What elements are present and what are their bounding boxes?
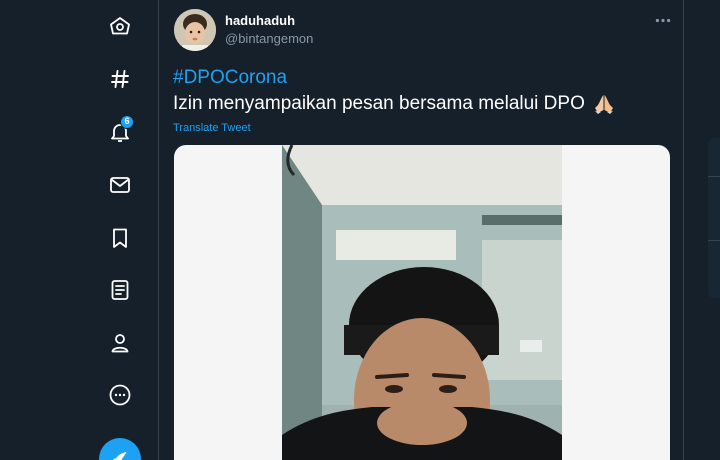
compose-tweet-icon: [113, 452, 127, 460]
tweet-more-button[interactable]: [653, 12, 673, 28]
nav-notifications[interactable]: 6: [100, 112, 140, 152]
trends-panel: [708, 138, 720, 298]
tweet-detail: haduhaduh @bintangemon #DPOCorona Izin m…: [158, 0, 684, 460]
avatar-photo: [174, 9, 216, 51]
compose-tweet-button[interactable]: [99, 438, 141, 460]
tweet-video[interactable]: [174, 145, 670, 460]
hashtag-link[interactable]: #DPOCorona: [173, 67, 287, 89]
folded-hands-icon: [594, 95, 613, 114]
display-name[interactable]: haduhaduh: [225, 13, 295, 28]
bookmarks-icon: [113, 228, 127, 248]
right-sidebar: [685, 0, 720, 460]
nav-bookmarks[interactable]: [100, 218, 140, 258]
nav-explore[interactable]: [100, 59, 140, 99]
nav-messages[interactable]: [100, 165, 140, 205]
tweet-body: Izin menyampaikan pesan bersama melalui …: [173, 93, 585, 114]
lists-icon: [111, 280, 129, 300]
divider: [708, 240, 720, 241]
more-icon: [109, 384, 131, 406]
translate-tweet-link[interactable]: Translate Tweet: [173, 122, 251, 134]
video-frame: [282, 145, 562, 460]
user-handle[interactable]: @bintangemon: [225, 31, 313, 46]
explore-icon: [111, 70, 129, 88]
avatar[interactable]: [174, 9, 216, 51]
twitter-app: 6 haduhaduh @bintangemon #DPOCorona Izin…: [0, 0, 720, 460]
ellipsis-icon: [655, 18, 671, 22]
home-icon: [110, 17, 130, 35]
nav-home[interactable]: [100, 6, 140, 46]
profile-icon: [111, 334, 129, 353]
nav-profile[interactable]: [100, 323, 140, 363]
messages-icon: [110, 177, 130, 193]
nav-lists[interactable]: [100, 270, 140, 310]
divider: [708, 176, 720, 177]
notifications-badge: 6: [120, 115, 134, 129]
primary-nav: 6: [0, 0, 158, 460]
tweet-text: Izin menyampaikan pesan bersama melalui …: [173, 93, 616, 115]
video-thumbnail: [282, 145, 562, 460]
nav-more[interactable]: [100, 375, 140, 415]
